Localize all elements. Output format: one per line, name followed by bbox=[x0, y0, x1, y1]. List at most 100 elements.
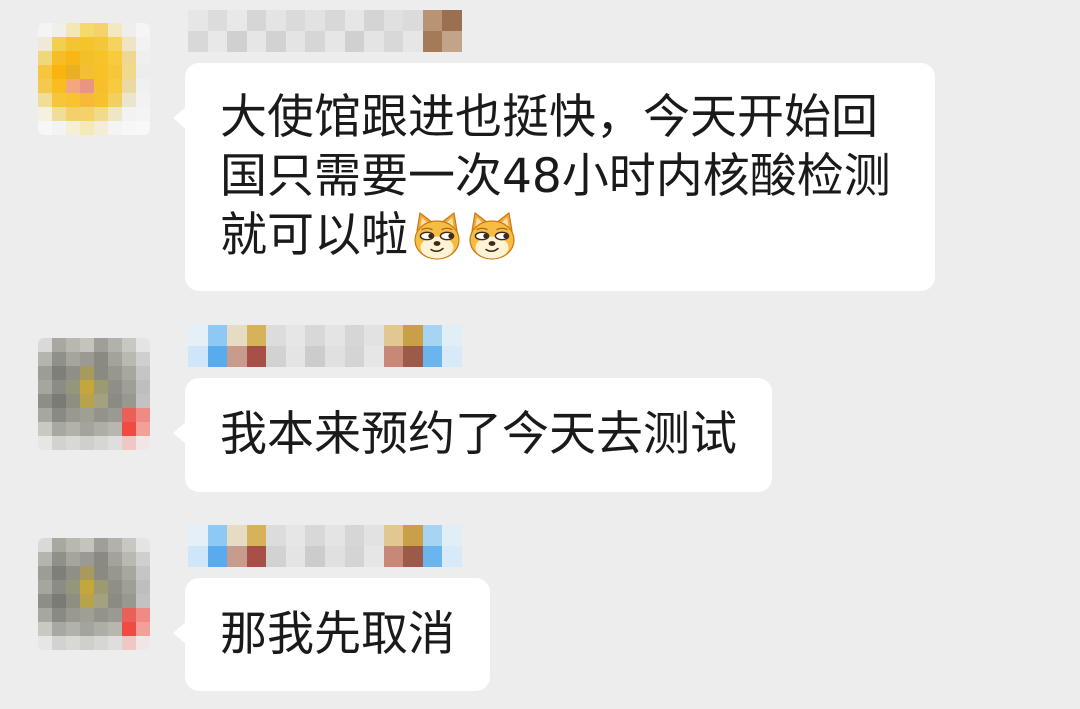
mosaic-block bbox=[108, 23, 122, 37]
mosaic-block bbox=[52, 352, 66, 366]
mosaic-block bbox=[52, 380, 66, 394]
mosaic-block bbox=[266, 325, 286, 346]
mosaic-block bbox=[344, 325, 365, 346]
mosaic-block bbox=[403, 325, 423, 346]
mosaic-block bbox=[66, 408, 80, 422]
mosaic-block bbox=[383, 525, 404, 546]
mosaic-block bbox=[207, 346, 228, 367]
mosaic-block bbox=[364, 325, 384, 346]
mosaic-block bbox=[122, 580, 136, 594]
avatar[interactable] bbox=[38, 538, 150, 650]
mosaic-block bbox=[108, 538, 122, 552]
message-line: 我本来预约了今天去测试 bbox=[220, 405, 737, 464]
mosaic-block bbox=[364, 10, 384, 31]
mosaic-block bbox=[52, 436, 66, 450]
mosaic-block bbox=[80, 622, 94, 636]
mosaic-block bbox=[364, 546, 384, 567]
chat-message-list[interactable]: 大使馆跟进也挺快，今天开始回 国只需要一次48小时内核酸检测 就可以啦 我本来预… bbox=[0, 0, 1080, 709]
mosaic-block bbox=[403, 31, 423, 52]
mosaic-block bbox=[246, 546, 267, 567]
message-bubble[interactable]: 大使馆跟进也挺快，今天开始回 国只需要一次48小时内核酸检测 就可以啦 bbox=[173, 63, 935, 291]
mosaic-block bbox=[108, 121, 122, 135]
mosaic-block bbox=[108, 594, 122, 608]
mosaic-block bbox=[38, 23, 52, 37]
mosaic-block bbox=[266, 546, 286, 567]
avatar[interactable] bbox=[38, 338, 150, 450]
mosaic-block bbox=[136, 366, 150, 380]
message-bubble[interactable]: 我本来预约了今天去测试 bbox=[173, 378, 772, 492]
mosaic-block bbox=[122, 79, 136, 93]
mosaic-block bbox=[94, 65, 108, 79]
message-line: 就可以啦 bbox=[220, 206, 900, 265]
mosaic-block bbox=[344, 31, 365, 52]
mosaic-block bbox=[136, 538, 150, 552]
mosaic-block bbox=[66, 552, 80, 566]
mosaic-block bbox=[305, 31, 325, 52]
mosaic-block bbox=[188, 10, 208, 31]
mosaic-block bbox=[38, 37, 52, 51]
mosaic-block bbox=[94, 23, 108, 37]
mosaic-block bbox=[94, 366, 108, 380]
mosaic-block bbox=[246, 525, 267, 546]
mosaic-block bbox=[136, 121, 150, 135]
mosaic-block bbox=[227, 31, 247, 52]
mosaic-block bbox=[66, 380, 80, 394]
mosaic-block bbox=[136, 51, 150, 65]
mosaic-block bbox=[94, 594, 108, 608]
message-line-text: 那我先取消 bbox=[220, 607, 455, 662]
mosaic-block bbox=[38, 352, 52, 366]
mosaic-block bbox=[94, 338, 108, 352]
mosaic-block bbox=[94, 121, 108, 135]
mosaic-block bbox=[66, 422, 80, 436]
mosaic-block bbox=[38, 552, 52, 566]
mosaic-block bbox=[207, 31, 228, 52]
mosaic-block bbox=[136, 23, 150, 37]
mosaic-block bbox=[108, 380, 122, 394]
mosaic-block bbox=[122, 636, 136, 650]
mosaic-block bbox=[52, 538, 66, 552]
mosaic-block bbox=[66, 366, 80, 380]
sender-name-pixelated bbox=[188, 10, 462, 52]
mosaic-block bbox=[108, 552, 122, 566]
mosaic-block bbox=[80, 121, 94, 135]
mosaic-block bbox=[38, 65, 52, 79]
message-bubble[interactable]: 那我先取消 bbox=[173, 578, 490, 691]
mosaic-block bbox=[266, 31, 286, 52]
avatar[interactable] bbox=[38, 23, 150, 135]
mosaic-block bbox=[66, 79, 80, 93]
mosaic-block bbox=[403, 346, 423, 367]
mosaic-block bbox=[136, 37, 150, 51]
mosaic-block bbox=[108, 338, 122, 352]
mosaic-block bbox=[122, 538, 136, 552]
mosaic-block bbox=[80, 93, 94, 107]
mosaic-block bbox=[80, 37, 94, 51]
message-line: 那我先取消 bbox=[220, 605, 455, 664]
mosaic-block bbox=[108, 608, 122, 622]
mosaic-block bbox=[108, 622, 122, 636]
mosaic-block bbox=[422, 525, 443, 546]
mosaic-block bbox=[383, 346, 404, 367]
mosaic-block bbox=[266, 525, 286, 546]
mosaic-block bbox=[66, 23, 80, 37]
mosaic-block bbox=[246, 10, 267, 31]
mosaic-block bbox=[305, 346, 325, 367]
mosaic-block bbox=[305, 546, 325, 567]
mosaic-block bbox=[285, 546, 306, 567]
message-line: 国只需要一次48小时内核酸检测 bbox=[220, 147, 900, 206]
mosaic-block bbox=[344, 546, 365, 567]
mosaic-block bbox=[52, 366, 66, 380]
mosaic-block bbox=[122, 93, 136, 107]
mosaic-block bbox=[94, 436, 108, 450]
mosaic-block bbox=[136, 65, 150, 79]
mosaic-block bbox=[108, 352, 122, 366]
mosaic-block bbox=[108, 394, 122, 408]
mosaic-block bbox=[66, 580, 80, 594]
mosaic-block bbox=[364, 31, 384, 52]
mosaic-block bbox=[52, 51, 66, 65]
mosaic-block bbox=[188, 325, 208, 346]
mosaic-block bbox=[66, 107, 80, 121]
emoji-group bbox=[408, 206, 518, 265]
mosaic-block bbox=[442, 10, 462, 31]
mosaic-block bbox=[305, 10, 325, 31]
mosaic-block bbox=[52, 594, 66, 608]
